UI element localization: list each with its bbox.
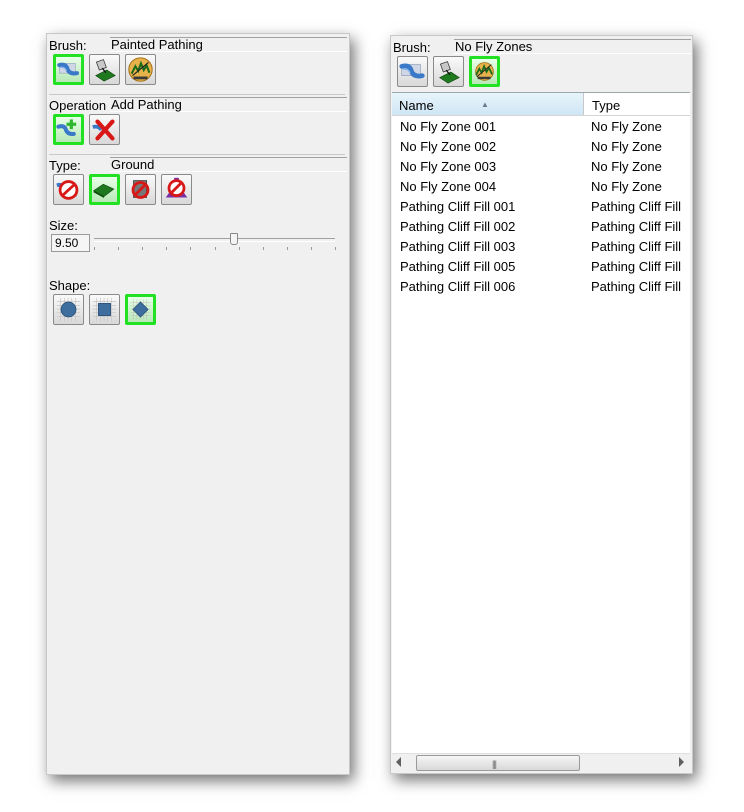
scrollbar-thumb[interactable]: ||| bbox=[416, 755, 580, 771]
slider-tick bbox=[166, 247, 167, 250]
row-name: No Fly Zone 003 bbox=[400, 159, 497, 174]
row-type: No Fly Zone bbox=[591, 179, 662, 194]
operation-label: Operation bbox=[49, 98, 107, 113]
row-name: Pathing Cliff Fill 002 bbox=[400, 219, 516, 234]
slider-tick bbox=[335, 247, 336, 250]
no-fly-icon bbox=[165, 177, 188, 198]
no-pathing-icon bbox=[56, 180, 79, 200]
list-row[interactable]: Pathing Cliff Fill 006 Pathing Cliff Fil… bbox=[392, 277, 690, 297]
size-label: Size: bbox=[49, 218, 78, 233]
type-no-build-button[interactable] bbox=[125, 174, 156, 205]
no-build-icon bbox=[131, 180, 150, 199]
scroll-left-arrow-icon[interactable] bbox=[396, 757, 401, 767]
size-slider-thumb[interactable] bbox=[230, 233, 238, 245]
column-header-name-label: Name bbox=[399, 98, 434, 113]
horizontal-scrollbar[interactable]: ||| bbox=[392, 753, 690, 772]
no-fly-zone-icon bbox=[128, 57, 153, 82]
row-name: Pathing Cliff Fill 001 bbox=[400, 199, 516, 214]
type-value: Ground bbox=[110, 157, 347, 172]
list-row[interactable]: No Fly Zone 002 No Fly Zone bbox=[392, 137, 690, 157]
shape-label: Shape: bbox=[49, 278, 91, 293]
separator bbox=[49, 94, 345, 95]
row-type: No Fly Zone bbox=[591, 119, 662, 134]
remove-pathing-button[interactable] bbox=[89, 114, 120, 145]
row-name: No Fly Zone 002 bbox=[400, 139, 497, 154]
row-name: Pathing Cliff Fill 005 bbox=[400, 259, 516, 274]
column-header-name[interactable]: ▲ Name bbox=[392, 93, 584, 115]
painted-pathing-brush-button[interactable] bbox=[53, 54, 84, 85]
slider-tick bbox=[239, 247, 240, 250]
painted-pathing-brush-button[interactable] bbox=[397, 56, 428, 87]
slider-tick bbox=[215, 247, 216, 250]
list-header: ▲ Name Type bbox=[392, 93, 690, 116]
no-fly-zone-brush-button[interactable] bbox=[125, 54, 156, 85]
column-header-type[interactable]: Type bbox=[585, 93, 690, 115]
slider-tick bbox=[263, 247, 264, 250]
circle-shape-icon bbox=[56, 297, 81, 322]
type-no-fly-button[interactable] bbox=[161, 174, 192, 205]
separator bbox=[49, 154, 345, 155]
row-name: Pathing Cliff Fill 006 bbox=[400, 279, 516, 294]
paint-bucket-icon bbox=[439, 61, 460, 84]
slider-tick bbox=[311, 247, 312, 250]
list-row[interactable]: Pathing Cliff Fill 002 Pathing Cliff Fil… bbox=[392, 217, 690, 237]
row-name: Pathing Cliff Fill 003 bbox=[400, 239, 516, 254]
list-row[interactable]: No Fly Zone 001 No Fly Zone bbox=[392, 117, 690, 137]
shape-circle-button[interactable] bbox=[53, 294, 84, 325]
paint-bucket-icon bbox=[95, 59, 116, 82]
brush-value: No Fly Zones bbox=[454, 39, 691, 54]
row-name: No Fly Zone 001 bbox=[400, 119, 497, 134]
column-header-type-label: Type bbox=[592, 98, 621, 113]
row-type: Pathing Cliff Fill bbox=[591, 239, 682, 254]
remove-x-icon bbox=[92, 119, 115, 141]
row-type: Pathing Cliff Fill bbox=[591, 279, 682, 294]
size-value-field[interactable]: 9.50 bbox=[51, 234, 90, 252]
size-slider-track[interactable] bbox=[94, 238, 335, 242]
brush-value: Painted Pathing bbox=[110, 37, 347, 52]
sort-ascending-icon: ▲ bbox=[481, 100, 489, 109]
no-fly-zones-panel: Brush: No Fly Zones ▲ Name Type No Fly Z… bbox=[390, 35, 693, 774]
row-name: No Fly Zone 004 bbox=[400, 179, 497, 194]
row-type: No Fly Zone bbox=[591, 159, 662, 174]
slider-tick bbox=[94, 247, 95, 250]
paint-bucket-brush-button[interactable] bbox=[433, 56, 464, 87]
paint-bucket-brush-button[interactable] bbox=[89, 54, 120, 85]
row-type: Pathing Cliff Fill bbox=[591, 199, 682, 214]
brush-label: Brush: bbox=[393, 40, 431, 55]
row-type: No Fly Zone bbox=[591, 139, 662, 154]
no-fly-zone-brush-button[interactable] bbox=[469, 56, 500, 87]
square-shape-icon bbox=[92, 297, 117, 322]
diamond-shape-icon bbox=[130, 299, 151, 320]
slider-tick bbox=[190, 247, 191, 250]
operation-value: Add Pathing bbox=[110, 97, 347, 112]
type-no-pathing-button[interactable] bbox=[53, 174, 84, 205]
add-pathing-icon bbox=[56, 119, 77, 137]
type-label: Type: bbox=[49, 158, 81, 173]
slider-tick bbox=[287, 247, 288, 250]
list-row[interactable]: Pathing Cliff Fill 005 Pathing Cliff Fil… bbox=[392, 257, 690, 277]
list-row[interactable]: Pathing Cliff Fill 003 Pathing Cliff Fil… bbox=[392, 237, 690, 257]
add-pathing-button[interactable] bbox=[53, 114, 84, 145]
pathing-path-icon bbox=[57, 62, 79, 76]
list-row[interactable]: Pathing Cliff Fill 001 Pathing Cliff Fil… bbox=[392, 197, 690, 217]
slider-tick bbox=[142, 247, 143, 250]
shape-square-button[interactable] bbox=[89, 294, 120, 325]
ground-tile-icon bbox=[92, 183, 115, 198]
slider-tick bbox=[118, 247, 119, 250]
pathing-path-icon bbox=[399, 63, 425, 79]
list-row[interactable]: No Fly Zone 003 No Fly Zone bbox=[392, 157, 690, 177]
row-type: Pathing Cliff Fill bbox=[591, 259, 682, 274]
row-type: Pathing Cliff Fill bbox=[591, 219, 682, 234]
pathing-brush-panel: Brush: Painted Pathing Operation Add Pat… bbox=[46, 33, 350, 775]
brush-label: Brush: bbox=[49, 38, 87, 53]
no-fly-zone-icon bbox=[475, 62, 494, 81]
type-ground-button[interactable] bbox=[89, 174, 120, 205]
no-fly-zone-list[interactable]: ▲ Name Type No Fly Zone 001 No Fly Zone … bbox=[392, 92, 690, 772]
scrollbar-grip: ||| bbox=[492, 759, 497, 769]
list-row[interactable]: No Fly Zone 004 No Fly Zone bbox=[392, 177, 690, 197]
shape-diamond-button[interactable] bbox=[125, 294, 156, 325]
scroll-right-arrow-icon[interactable] bbox=[679, 757, 684, 767]
